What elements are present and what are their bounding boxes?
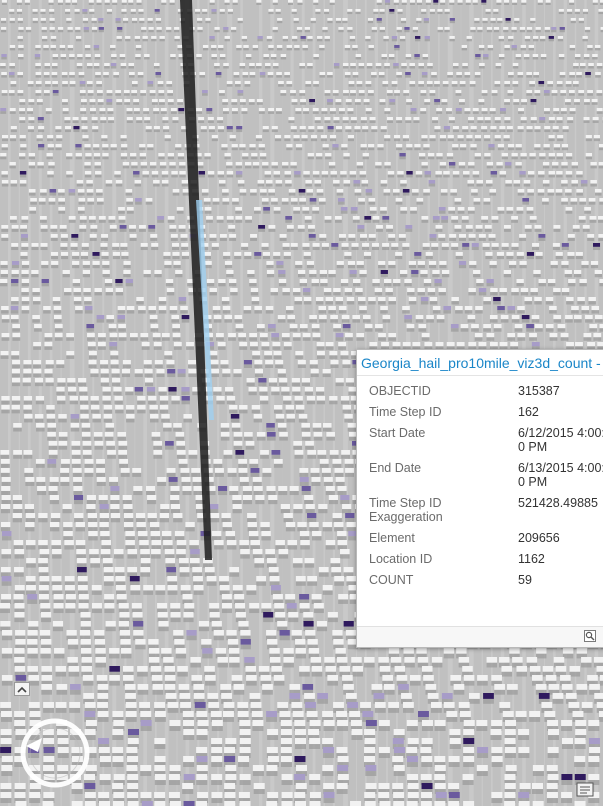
feature-popup[interactable]: Georgia_hail_pro10mile_viz3d_count - 315… xyxy=(356,349,603,648)
attribute-row: COUNT 59 xyxy=(369,573,603,587)
popup-attribute-table: OBJECTID 315387 Time Step ID 162 Start D… xyxy=(357,376,603,624)
attribute-row: Location ID 1162 xyxy=(369,552,603,566)
zoom-to-feature-icon[interactable] xyxy=(584,630,596,642)
popup-header: Georgia_hail_pro10mile_viz3d_count - 315… xyxy=(357,350,603,376)
layer-list-icon[interactable] xyxy=(575,780,597,800)
attribute-value: 209656 xyxy=(518,531,560,545)
collapse-controls-button[interactable] xyxy=(14,682,30,696)
attribute-name: Time Step ID xyxy=(369,405,442,419)
attribute-value: 6/12/2015 4:00:00 PM xyxy=(518,426,603,454)
attribute-name: Location ID xyxy=(369,552,433,566)
attribute-name: Time Step ID Exaggeration xyxy=(369,496,443,524)
chevron-up-icon xyxy=(17,686,27,693)
popup-footer xyxy=(357,626,603,647)
attribute-row: Start Date 6/12/2015 4:00:00 PM xyxy=(369,426,603,454)
attribute-name: COUNT xyxy=(369,573,414,587)
attribute-name: Element xyxy=(369,531,415,545)
attribute-value: 315387 xyxy=(518,384,560,398)
attribute-value: 162 xyxy=(518,405,539,419)
attribute-name: Start Date xyxy=(369,426,426,440)
attribute-row: Time Step ID Exaggeration 521428.49885 xyxy=(369,496,603,524)
attribute-name: OBJECTID xyxy=(369,384,431,398)
popup-title: Georgia_hail_pro10mile_viz3d_count - 315… xyxy=(361,354,603,371)
attribute-row: Element 209656 xyxy=(369,531,603,545)
attribute-value: 6/13/2015 4:00:00 PM xyxy=(518,461,603,489)
attribute-value: 1162 xyxy=(518,552,545,566)
attribute-value: 521428.49885 xyxy=(518,496,598,510)
attribute-row: Time Step ID 162 xyxy=(369,405,603,419)
attribute-row: End Date 6/13/2015 4:00:00 PM xyxy=(369,461,603,489)
attribute-name: End Date xyxy=(369,461,422,475)
navigator-icon[interactable] xyxy=(18,716,92,790)
attribute-value: 59 xyxy=(518,573,532,587)
attribute-row: OBJECTID 315387 xyxy=(369,384,603,398)
